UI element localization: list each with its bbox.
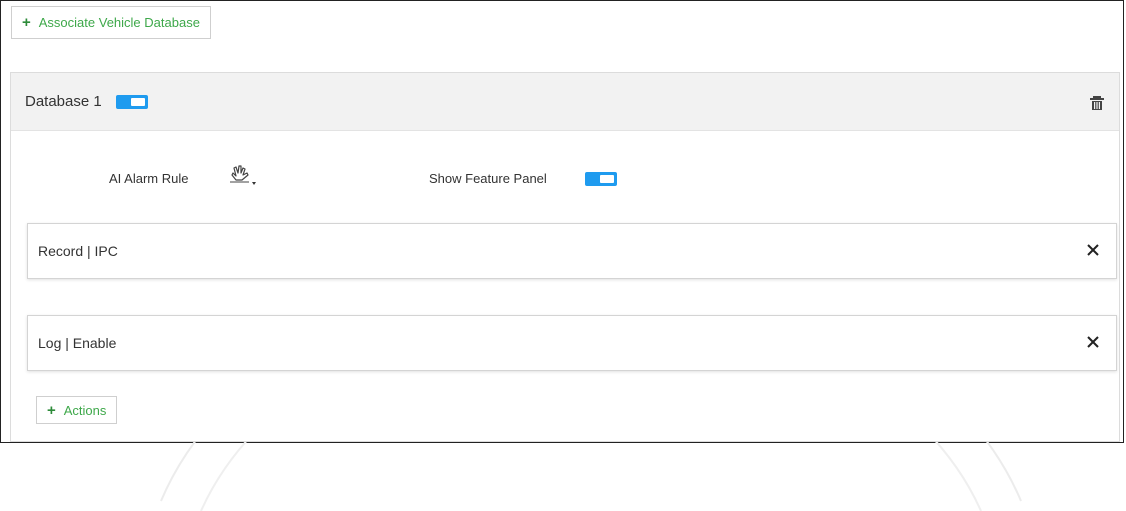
show-feature-panel-label: Show Feature Panel	[429, 171, 547, 186]
close-icon[interactable]	[1086, 335, 1100, 349]
database-title: Database 1	[25, 93, 102, 110]
associate-vehicle-database-button[interactable]: + Associate Vehicle Database	[11, 6, 211, 39]
associate-button-label: Associate Vehicle Database	[38, 15, 200, 30]
show-feature-panel-toggle[interactable]	[585, 172, 617, 186]
trash-icon[interactable]	[1089, 95, 1105, 111]
plus-icon: +	[47, 401, 56, 419]
ai-alarm-rule-label: AI Alarm Rule	[109, 171, 189, 186]
plus-icon: +	[22, 14, 31, 31]
action-item-log: Log | Enable	[27, 315, 1117, 371]
add-actions-button[interactable]: + Actions	[36, 396, 118, 424]
hand-pointer-icon[interactable]	[225, 163, 259, 187]
main-frame: DISTRIBU + Associate Vehicle Database Da…	[0, 0, 1124, 511]
database-panel: Database 1 AI Alarm Rule Show Feature Pa…	[10, 72, 1120, 442]
database-panel-header: Database 1	[11, 73, 1119, 131]
rule-settings-row: AI Alarm Rule Show Feature Panel	[11, 163, 1119, 193]
close-icon[interactable]	[1086, 243, 1100, 257]
add-actions-label: Actions	[63, 402, 107, 418]
action-item-record: Record | IPC	[27, 223, 1117, 279]
database-enable-toggle[interactable]	[115, 94, 148, 109]
action-item-label: Record | IPC	[38, 243, 118, 259]
action-item-label: Log | Enable	[38, 335, 117, 351]
